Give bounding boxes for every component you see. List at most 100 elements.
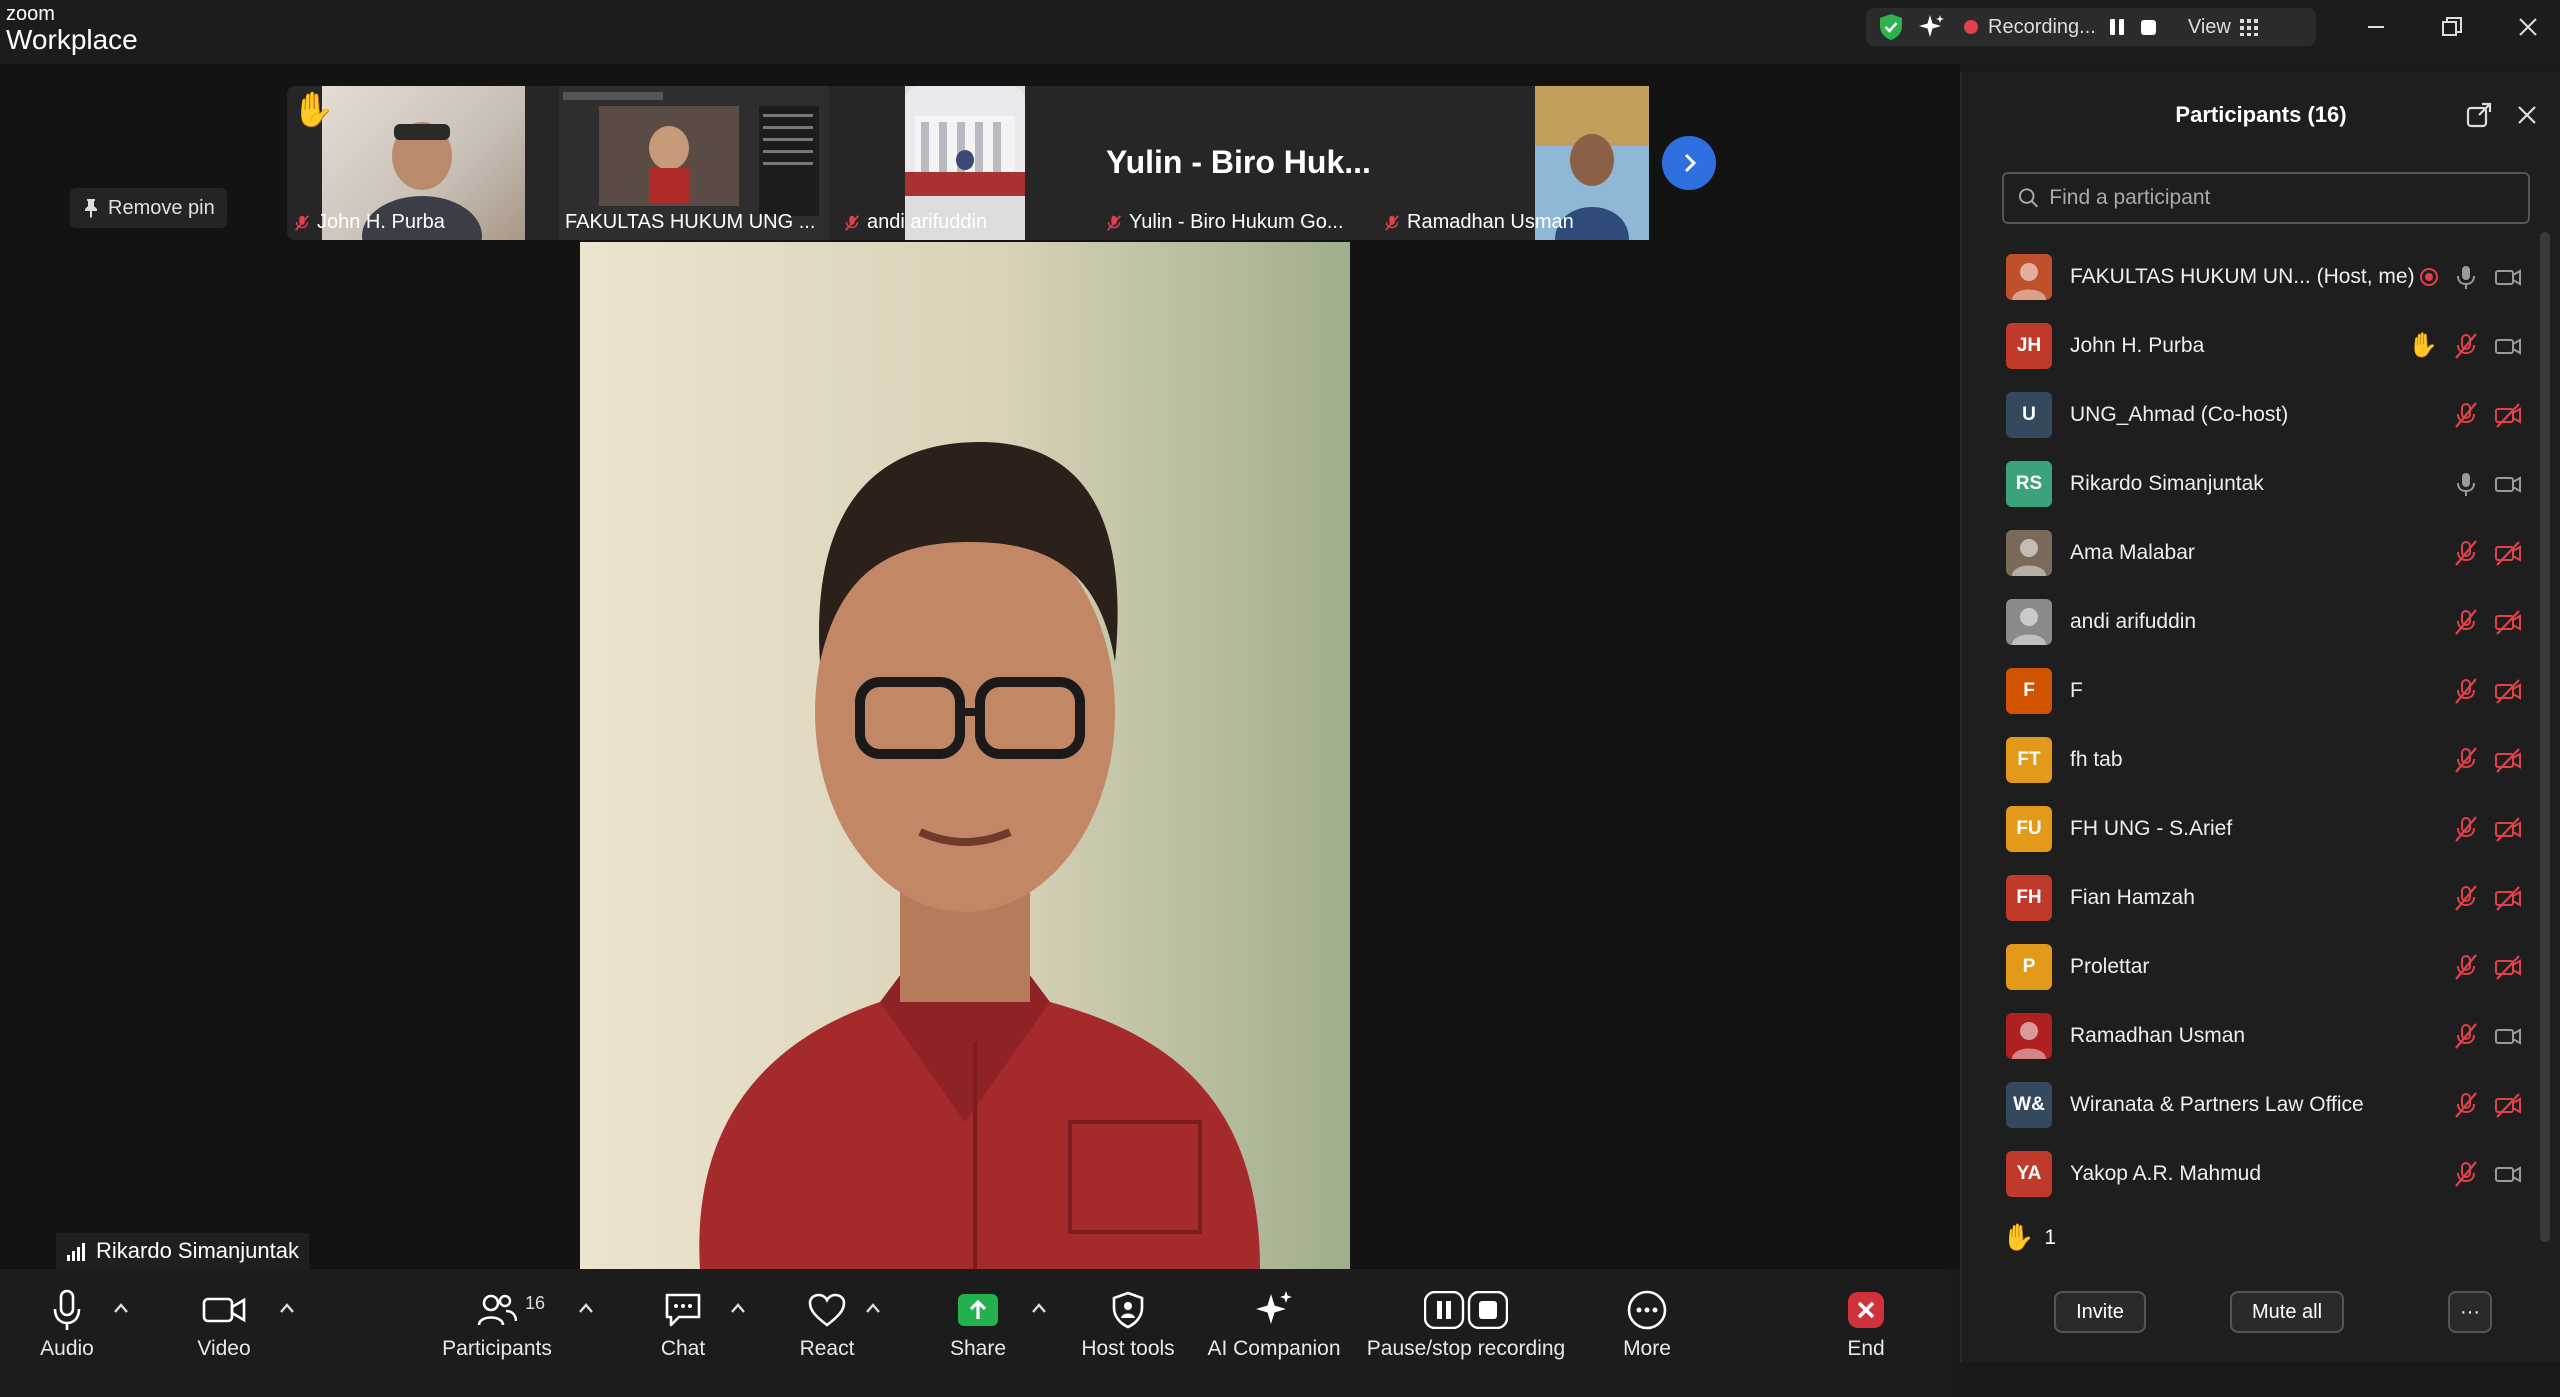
participant-name: UNG_Ahmad (Co-host)	[2070, 402, 2289, 426]
video-button[interactable]: Video	[149, 1287, 299, 1361]
microphone-icon	[53, 1289, 81, 1330]
participant-row[interactable]: P Prolettar	[1962, 932, 2522, 1001]
restore-button[interactable]	[2432, 10, 2472, 44]
avatar-photo-icon	[2012, 1021, 2046, 1059]
thumbnail-video[interactable]: Ramadhan Usman	[1377, 86, 1649, 240]
video-thumbnail-strip: ✋ John H. Purba FAKULTAS HUKUM UNG ... a…	[287, 86, 1649, 276]
participant-name: Wiranata & Partners Law Office	[2070, 1092, 2364, 1116]
avatar	[2006, 529, 2052, 576]
thumbnail-video[interactable]: andi arifuddin	[837, 86, 1037, 240]
participant-status-icons	[2452, 677, 2522, 705]
participant-row[interactable]: FF	[1962, 656, 2522, 725]
chat-bubble-icon	[665, 1293, 701, 1327]
stop-recording-button[interactable]	[2138, 16, 2160, 38]
participant-name: John H. Purba	[2070, 333, 2205, 357]
mic-muted-icon	[2455, 332, 2477, 359]
invite-button[interactable]: Invite	[2054, 1291, 2146, 1333]
more-button[interactable]: More	[1572, 1287, 1722, 1361]
video-off-icon	[2495, 540, 2521, 566]
mic-muted-icon	[2455, 746, 2477, 773]
participant-status-icons	[2452, 1022, 2522, 1050]
pause-recording-button[interactable]	[2106, 16, 2128, 38]
ai-sparkle-icon[interactable]	[1916, 12, 1946, 42]
react-options-chevron-up-icon[interactable]	[864, 1301, 882, 1315]
mic-muted-icon	[2455, 1091, 2477, 1118]
participant-row[interactable]: Ramadhan Usman	[1962, 1001, 2522, 1070]
participant-search[interactable]	[2002, 172, 2530, 224]
participant-status-icons	[2452, 953, 2522, 981]
app-logo: zoom Workplace	[6, 4, 138, 54]
security-shield-icon[interactable]	[1876, 12, 1906, 42]
participant-name: F	[2070, 678, 2083, 702]
participant-row[interactable]: W& Wiranata & Partners Law Office	[1962, 1070, 2522, 1139]
video-off-icon	[2495, 816, 2521, 842]
participant-row[interactable]: andi arifuddin	[1962, 587, 2522, 656]
minimize-button[interactable]	[2356, 10, 2396, 44]
mic-muted-icon	[2455, 401, 2477, 428]
close-window-button[interactable]	[2508, 10, 2548, 44]
participants-options-chevron-up-icon[interactable]	[577, 1301, 595, 1315]
panel-more-button[interactable]: ···	[2448, 1291, 2492, 1333]
participant-name: fh tab	[2070, 747, 2123, 771]
close-panel-icon[interactable]	[2514, 102, 2540, 128]
pop-out-icon[interactable]	[2466, 102, 2492, 128]
participant-row[interactable]: JH John H. Purba ✋	[1962, 311, 2522, 380]
avatar: FU	[2006, 805, 2052, 852]
remove-pin-label: Remove pin	[108, 196, 215, 219]
mic-muted-icon	[2455, 953, 2477, 980]
restore-icon	[2442, 17, 2462, 36]
avatar: JH	[2006, 322, 2052, 369]
recording-bar: Recording... View	[1866, 8, 2316, 46]
mute-all-button[interactable]: Mute all	[2230, 1291, 2344, 1333]
thumbnail-video[interactable]: FAKULTAS HUKUM UNG ...	[559, 86, 829, 240]
recording-status: Recording...	[1988, 15, 2096, 38]
pause-stop-recording-button[interactable]: Pause/stop recording	[1366, 1287, 1566, 1361]
audio-label: Audio	[40, 1337, 94, 1360]
participant-row[interactable]: FAKULTAS HUKUM UN... (Host, me)	[1962, 242, 2522, 311]
thumbnail-label: John H. Purba	[287, 211, 445, 234]
participant-row[interactable]: Ama Malabar	[1962, 518, 2522, 587]
participant-row[interactable]: FU FH UNG - S.Arief	[1962, 794, 2522, 863]
participant-row[interactable]: RS Rikardo Simanjuntak	[1962, 449, 2522, 518]
participants-button[interactable]: Participants	[422, 1287, 572, 1361]
participant-status-icons	[2452, 815, 2522, 843]
thumbnail-label: FAKULTAS HUKUM UNG ...	[559, 211, 815, 234]
participant-name: Prolettar	[2070, 954, 2150, 978]
thumbnail-label: Ramadhan Usman	[1377, 211, 1574, 234]
mic-muted-icon	[2455, 815, 2477, 842]
share-button[interactable]: Share	[903, 1287, 1053, 1361]
video-off-icon	[2495, 609, 2521, 635]
heart-icon	[808, 1293, 846, 1327]
remove-pin-button[interactable]: Remove pin	[70, 188, 227, 228]
participant-row[interactable]: YA Yakop A.R. Mahmud	[1962, 1139, 2522, 1208]
audio-button[interactable]: Audio	[0, 1287, 142, 1361]
view-button[interactable]: View	[2188, 16, 2259, 39]
thumbnail-name: andi arifuddin	[867, 211, 988, 233]
end-meeting-button[interactable]: End	[1791, 1287, 1941, 1361]
video-options-chevron-up-icon[interactable]	[278, 1301, 296, 1315]
audio-options-chevron-up-icon[interactable]	[112, 1301, 130, 1315]
video-camera-icon	[2495, 1165, 2521, 1183]
react-button[interactable]: React	[752, 1287, 902, 1361]
thumbnail-video[interactable]: ✋ John H. Purba	[287, 86, 537, 276]
title-bar: zoom Workplace Recording... View	[0, 0, 2560, 64]
participant-row[interactable]: FH Fian Hamzah	[1962, 863, 2522, 932]
next-page-button[interactable]	[1662, 136, 1716, 190]
avatar-photo-icon	[2012, 262, 2046, 300]
thumbnail-name: John H. Purba	[317, 211, 445, 233]
host-tools-button[interactable]: Host tools	[1053, 1287, 1203, 1361]
pin-icon	[85, 199, 97, 218]
share-options-chevron-up-icon[interactable]	[1030, 1301, 1048, 1315]
chat-options-chevron-up-icon[interactable]	[729, 1301, 747, 1315]
participant-status-icons	[2452, 1091, 2522, 1119]
participants-label: Participants	[442, 1337, 552, 1360]
search-input[interactable]	[2049, 186, 2514, 210]
end-x-icon	[1848, 1292, 1884, 1328]
chat-button[interactable]: Chat	[608, 1287, 758, 1361]
ai-sparkle-icon	[1256, 1291, 1292, 1324]
thumbnail-label: andi arifuddin	[837, 211, 987, 234]
ai-companion-button[interactable]: AI Companion	[1199, 1287, 1349, 1361]
participant-list-scrollbar[interactable]	[2540, 232, 2550, 1242]
participant-row[interactable]: U UNG_Ahmad (Co-host)	[1962, 380, 2522, 449]
participant-row[interactable]: FT fh tab	[1962, 725, 2522, 794]
